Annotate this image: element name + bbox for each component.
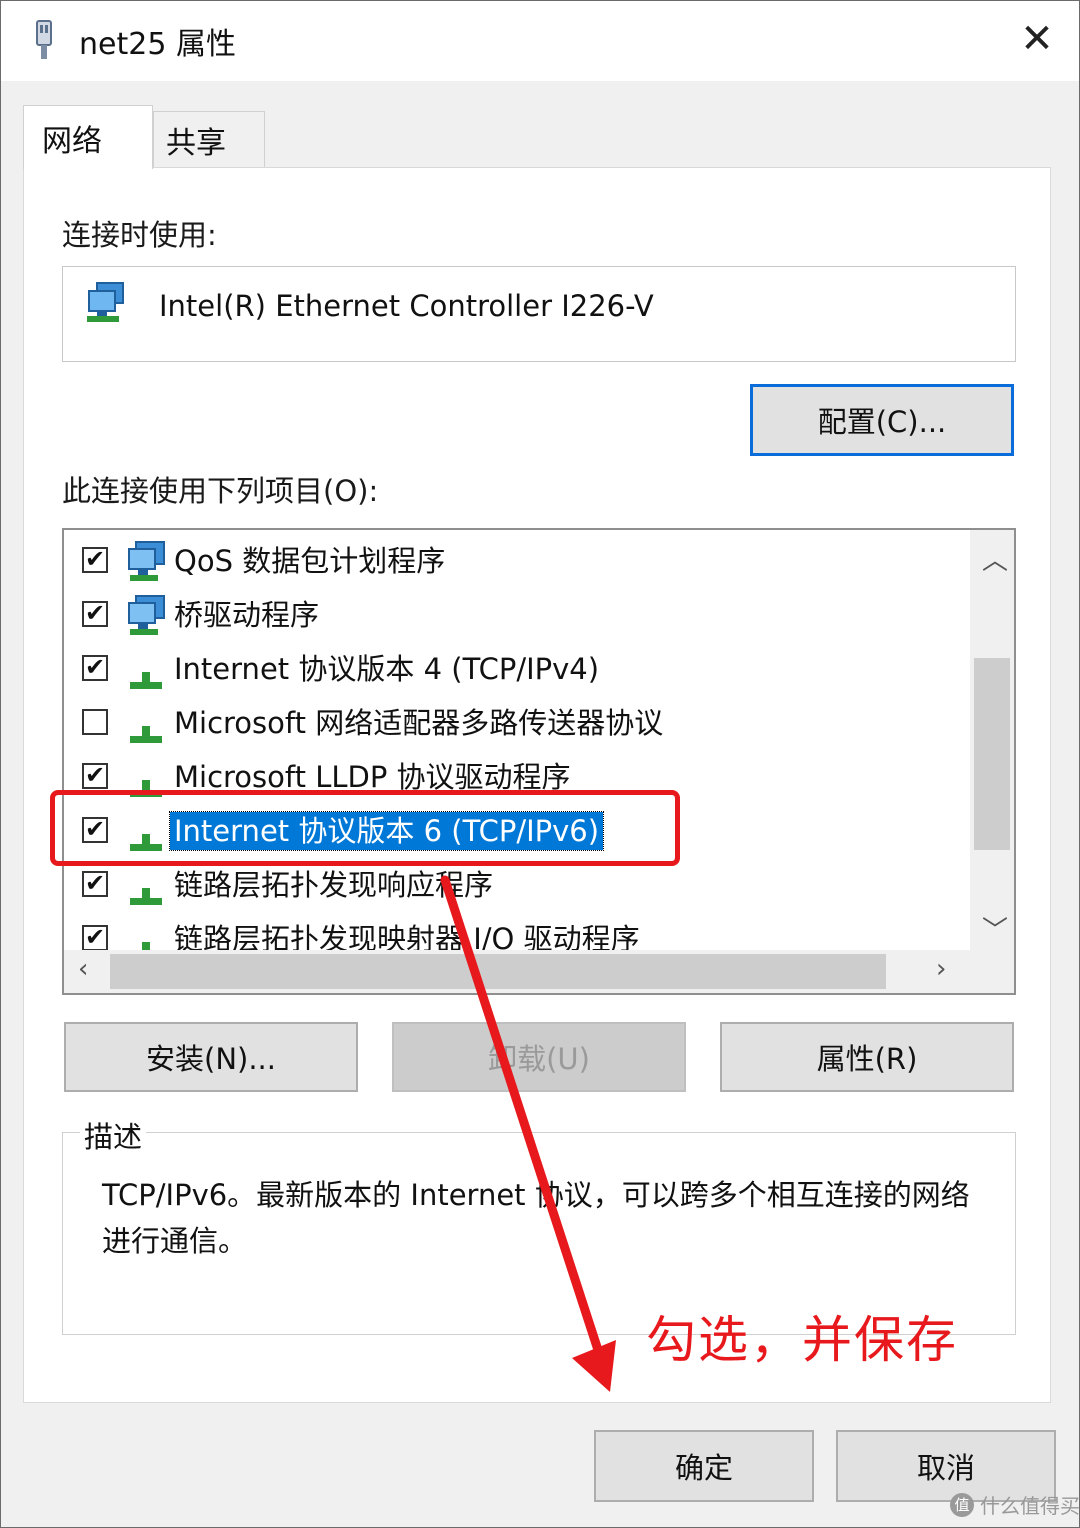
ok-button[interactable]: 确定 <box>594 1430 814 1502</box>
item-checkbox[interactable]: ✔ <box>82 925 108 951</box>
watermark: 值 什么值得买 <box>950 1490 1080 1519</box>
description-legend: 描述 <box>80 1114 147 1156</box>
install-button[interactable]: 安装(N)... <box>64 1022 358 1092</box>
scroll-up-icon[interactable]: ︿ <box>982 540 1008 577</box>
watermark-logo: 值 <box>950 1492 974 1517</box>
vertical-scrollbar[interactable]: ︿ ﹀ <box>970 530 1014 950</box>
network-service-icon <box>126 594 170 638</box>
item-label: QoS 数据包计划程序 <box>174 544 446 578</box>
list-item[interactable]: ✔ QoS 数据包计划程序 <box>64 534 970 588</box>
tab-sharing[interactable]: 共享 <box>153 111 265 167</box>
item-checkbox[interactable]: ✔ <box>82 871 108 897</box>
close-icon: ✕ <box>1020 16 1054 62</box>
tab-network[interactable]: 网络 <box>23 105 153 169</box>
item-label: Internet 协议版本 4 (TCP/IPv4) <box>174 652 600 686</box>
protocol-icon <box>126 864 170 908</box>
item-label: 桥驱动程序 <box>174 598 320 632</box>
item-checkbox[interactable]: ✔ <box>82 763 108 789</box>
components-list[interactable]: ✔ QoS 数据包计划程序 ✔ 桥驱动程序 ✔ Internet 协议版本 4 (TCP/… <box>62 528 1016 995</box>
description-text: TCP/IPv6。最新版本的 Internet 协议，可以跨多个相互连接的网络进… <box>102 1178 970 1258</box>
scroll-left-icon[interactable]: ‹ <box>78 954 88 984</box>
tab-sharing-label: 共享 <box>166 125 226 161</box>
annotation-text: 勾选，并保存 <box>646 1311 958 1369</box>
properties-button[interactable]: 属性(R) <box>720 1022 1014 1092</box>
horizontal-scrollbar[interactable]: ‹ › <box>64 950 1014 993</box>
uninstall-button[interactable]: 卸载(U) <box>392 1022 686 1092</box>
watermark-text: 什么值得买 <box>980 1494 1080 1518</box>
adapter-field: Intel(R) Ethernet Controller I226-V <box>62 266 1016 362</box>
protocol-icon <box>126 702 170 746</box>
network-adapter-icon <box>87 282 124 322</box>
configure-button[interactable]: 配置(C)... <box>750 384 1014 456</box>
annotation-highlight-box <box>50 790 680 866</box>
horizontal-scroll-thumb[interactable] <box>110 954 886 989</box>
item-checkbox[interactable] <box>82 709 108 735</box>
protocol-icon <box>126 648 170 692</box>
network-service-icon <box>126 540 170 584</box>
items-section-label: 此连接使用下列项目(O): <box>62 474 379 508</box>
window-title: net25 属性 <box>79 27 236 62</box>
connect-using-label: 连接时使用: <box>62 218 217 252</box>
list-item[interactable]: ✔ 桥驱动程序 <box>64 588 970 642</box>
list-item[interactable]: ✔ Internet 协议版本 4 (TCP/IPv4) <box>64 642 970 696</box>
item-label: Microsoft 网络适配器多路传送器协议 <box>174 706 664 740</box>
title-bar: net25 属性 ✕ <box>1 1 1079 81</box>
item-checkbox[interactable]: ✔ <box>82 655 108 681</box>
item-label: 链路层拓扑发现响应程序 <box>174 868 494 902</box>
list-item[interactable]: ✔ 链路层拓扑发现响应程序 <box>64 858 970 912</box>
item-checkbox[interactable]: ✔ <box>82 601 108 627</box>
item-checkbox[interactable]: ✔ <box>82 547 108 573</box>
tab-network-label: 网络 <box>42 123 102 159</box>
list-item[interactable]: Microsoft 网络适配器多路传送器协议 <box>64 696 970 750</box>
scroll-down-icon[interactable]: ﹀ <box>982 910 1008 947</box>
network-plug-icon <box>36 20 52 59</box>
vertical-scroll-thumb[interactable] <box>974 658 1010 850</box>
scroll-right-icon[interactable]: › <box>936 954 946 984</box>
adapter-name: Intel(R) Ethernet Controller I226-V <box>159 289 654 323</box>
close-button[interactable]: ✕ <box>1011 13 1063 65</box>
